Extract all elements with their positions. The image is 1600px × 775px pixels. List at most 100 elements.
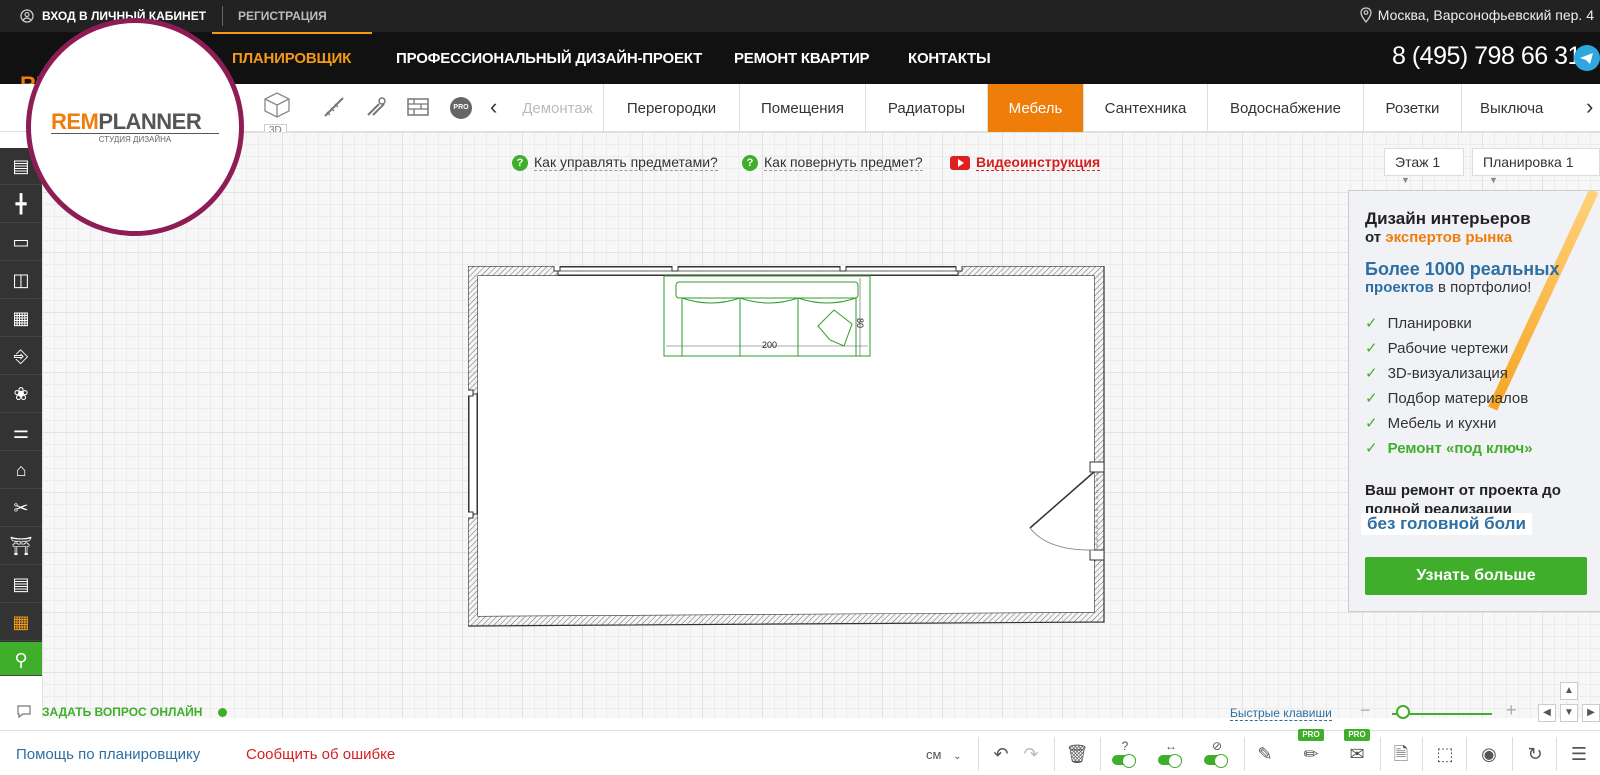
home-icon[interactable]: ⌂: [0, 452, 42, 489]
zoom-in-button[interactable]: +: [1506, 700, 1517, 721]
undo-icon[interactable]: ↶: [988, 741, 1014, 767]
dumbbell-icon[interactable]: ⚌: [0, 414, 42, 451]
visibility-toggle[interactable]: [1204, 754, 1228, 768]
nav-planner[interactable]: ПЛАНИРОВЩИК: [232, 50, 351, 67]
feature-item: Мебель и кухни: [1365, 411, 1533, 436]
help-rotate-item[interactable]: ? Как повернуть предмет?: [742, 154, 923, 171]
address[interactable]: Москва, Варсонофьевский пер. 4: [1360, 7, 1594, 23]
pencil-icon[interactable]: PRO ✏: [1298, 729, 1324, 767]
nav-design-project[interactable]: ПРОФЕССИОНАЛЬНЫЙ ДИЗАЙН-ПРОЕКТ: [396, 50, 702, 67]
tab-demolition[interactable]: Демонтаж: [512, 84, 604, 132]
chevron-right-icon[interactable]: ›: [1586, 94, 1593, 120]
plant-icon[interactable]: ❀: [0, 376, 42, 413]
promo-title: Дизайн интерьеров: [1365, 209, 1531, 228]
help-rotate-label: Как повернуть предмет?: [764, 154, 923, 171]
pan-right-button[interactable]: ▶: [1582, 704, 1600, 722]
tab-rooms[interactable]: Помещения: [740, 84, 866, 132]
help-manage-items[interactable]: ? Как управлять предметами?: [512, 154, 718, 171]
top-bar: ВХОД В ЛИЧНЫЙ КАБИНЕТ РЕГИСТРАЦИЯ Москва…: [0, 0, 1600, 32]
video-label: Видеоинструкция: [976, 154, 1101, 171]
table-icon[interactable]: ╋: [0, 186, 42, 223]
comment-icon[interactable]: PRO ✉: [1344, 729, 1370, 767]
floor-select[interactable]: Этаж 1 ▼: [1384, 148, 1464, 185]
bottom-bar: Помощь по планировщику Сообщить об ошибк…: [0, 729, 1600, 775]
divider: [1422, 737, 1423, 771]
hotkeys-link[interactable]: Быстрые клавиши: [1230, 706, 1332, 721]
ask-online-link[interactable]: ЗАДАТЬ ВОПРОС ОНЛАЙН: [16, 704, 228, 720]
zoom-slider-handle[interactable]: [1396, 705, 1410, 719]
chevron-down-icon: ⌄: [953, 751, 962, 762]
tab-switches[interactable]: Выключа: [1462, 84, 1586, 132]
divider: [1380, 737, 1381, 771]
divider: [978, 737, 979, 771]
floor-plan[interactable]: [468, 266, 1108, 630]
help-manage-label: Как управлять предметами?: [534, 154, 718, 171]
select-area-icon[interactable]: ⬚: [1432, 741, 1458, 767]
pro-badge: PRO: [1344, 729, 1370, 741]
sofa-width-label: 200: [762, 340, 778, 350]
divider: [1244, 737, 1245, 771]
tab-sockets[interactable]: Розетки: [1364, 84, 1462, 132]
unit-select-value: см: [926, 747, 942, 762]
register-link[interactable]: РЕГИСТРАЦИЯ: [238, 9, 327, 23]
feature-item: Подбор материалов: [1365, 386, 1533, 411]
wardrobe-icon[interactable]: ◫: [0, 262, 42, 299]
dining-set-icon[interactable]: ▤: [0, 566, 42, 603]
tab-water-supply[interactable]: Водоснабжение: [1208, 84, 1364, 132]
video-instruction-link[interactable]: Видеоинструкция: [950, 154, 1101, 171]
tab-plumbing[interactable]: Сантехника: [1084, 84, 1208, 132]
view-3d-icon[interactable]: [262, 90, 292, 120]
feature-item: Ремонт «под ключ»: [1365, 436, 1533, 461]
tab-partitions[interactable]: Перегородки: [604, 84, 740, 132]
dimensions-toggle[interactable]: [1158, 754, 1182, 768]
phone-number[interactable]: 8 (495) 798 66 31: [1392, 42, 1581, 71]
promo-features: Планировки Рабочие чертежи 3D-визуализац…: [1365, 311, 1533, 461]
area-measure-icon[interactable]: [320, 94, 348, 122]
telegram-icon[interactable]: [1574, 45, 1600, 71]
focus-icon[interactable]: ◉: [1476, 741, 1502, 767]
tools-icon[interactable]: [362, 94, 390, 122]
search-icon[interactable]: ⚲: [0, 642, 42, 676]
divider: [1100, 737, 1101, 771]
nav-contacts[interactable]: КОНТАКТЫ: [908, 50, 991, 67]
feature-item: Планировки: [1365, 311, 1533, 336]
promo-tagline-accent: без головной боли: [1361, 513, 1532, 535]
divider: [222, 6, 223, 26]
tab-furniture[interactable]: Мебель: [988, 84, 1084, 132]
redo-icon[interactable]: ↷: [1018, 741, 1044, 767]
pan-up-button[interactable]: ▲: [1560, 682, 1578, 700]
pan-down-button[interactable]: ▼: [1560, 704, 1578, 722]
refresh-icon[interactable]: ↻: [1522, 741, 1548, 767]
zoom-out-button[interactable]: −: [1360, 700, 1371, 721]
crib-icon[interactable]: ▦: [0, 300, 42, 337]
ask-label: ЗАДАТЬ ВОПРОС ОНЛАЙН: [42, 705, 203, 719]
chevron-left-icon[interactable]: ‹: [490, 94, 497, 120]
location-pin-icon: [1360, 7, 1372, 23]
nav-renovation[interactable]: РЕМОНТ КВАРТИР: [734, 50, 870, 67]
document-icon[interactable]: 🗎: [1388, 741, 1414, 767]
settings-sliders-icon[interactable]: ☰: [1566, 741, 1592, 767]
learn-more-button[interactable]: Узнать больше: [1365, 557, 1587, 595]
question-icon: ?: [512, 154, 528, 171]
divider: [1556, 737, 1557, 771]
unit-select[interactable]: см ⌄: [926, 747, 961, 762]
ruler-icon[interactable]: ✎: [1252, 741, 1278, 767]
office-chair-icon[interactable]: ⎆: [0, 338, 42, 375]
logo: REMPLANNER: [51, 109, 202, 134]
trash-icon[interactable]: 🗑: [1064, 741, 1090, 767]
planner-help-link[interactable]: Помощь по планировщику: [16, 746, 200, 763]
pan-left-button[interactable]: ◀: [1538, 704, 1556, 722]
plan-select[interactable]: Планировка 1 ▼: [1472, 148, 1600, 185]
promo-banner[interactable]: Дизайн интерьеров от экспертов рынка Бол…: [1348, 190, 1600, 612]
report-error-link[interactable]: Сообщить об ошибке: [246, 746, 395, 763]
grid-icon[interactable]: ▦: [0, 604, 42, 641]
promo-count-sub: проектов в портфолио!: [1365, 279, 1532, 296]
hints-toggle[interactable]: [1112, 754, 1136, 768]
bricks-icon[interactable]: [404, 94, 432, 122]
pro-badge[interactable]: PRO: [450, 97, 472, 119]
tab-radiators[interactable]: Радиаторы: [866, 84, 988, 132]
logo-badge: REMPLANNER СТУДИЯ ДИЗАЙНА: [26, 18, 244, 236]
scissors-icon[interactable]: ✂: [0, 490, 42, 527]
tv-icon[interactable]: ▭: [0, 224, 42, 261]
cart-icon[interactable]: ⛩: [0, 528, 42, 565]
